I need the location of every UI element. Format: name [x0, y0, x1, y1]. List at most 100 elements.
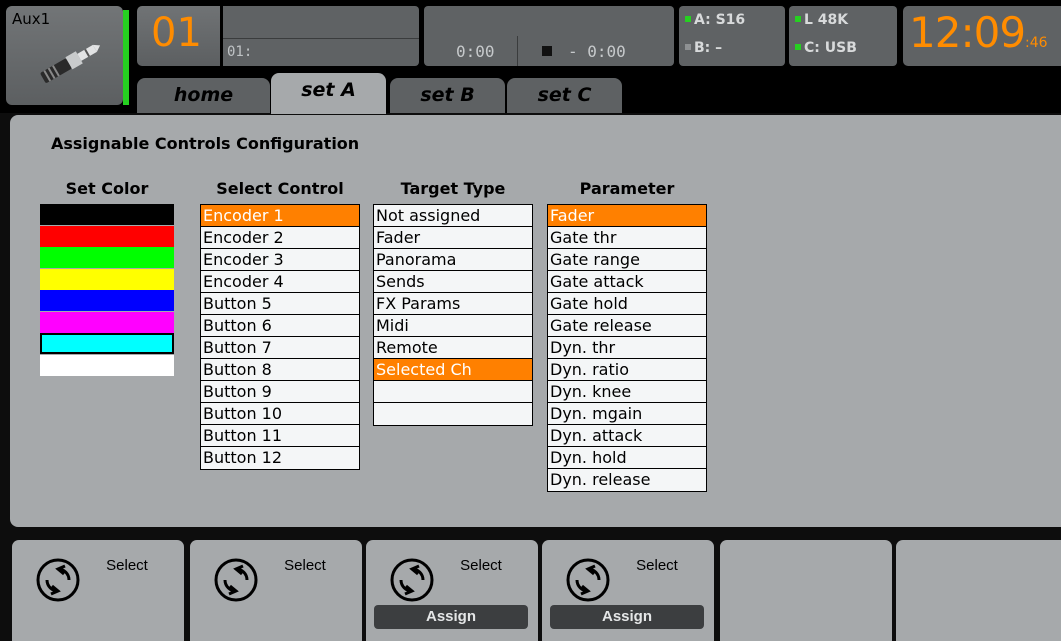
select-control-item[interactable]: Encoder 3 [201, 249, 359, 271]
parameter-item[interactable]: Dyn. thr [548, 337, 706, 359]
select-control-item[interactable]: Button 6 [201, 315, 359, 337]
parameter-item[interactable]: Gate hold [548, 293, 706, 315]
routing-box-l-c: L 48K C: USB [789, 6, 897, 66]
soft-key-4[interactable]: Select Assign [542, 540, 714, 641]
rotate-encoder-icon [214, 558, 258, 602]
scene-name: 01: [227, 44, 253, 60]
target-type-item[interactable]: Sends [374, 271, 532, 293]
routing-b: B: – [685, 40, 722, 56]
config-panel: Assignable Controls Configuration Set Co… [10, 115, 1061, 527]
tab-set-a[interactable]: set A [271, 73, 386, 114]
assign-button[interactable]: Assign [550, 605, 704, 629]
parameter-item[interactable]: Dyn. hold [548, 447, 706, 469]
select-control-item[interactable]: Button 7 [201, 337, 359, 359]
parameter-item[interactable]: Dyn. release [548, 469, 706, 491]
color-swatch[interactable] [40, 247, 174, 268]
parameter-item[interactable]: Gate attack [548, 271, 706, 293]
select-control-item[interactable]: Button 10 [201, 403, 359, 425]
target-type-item[interactable] [374, 381, 532, 403]
led-green-icon [795, 44, 801, 50]
header-bar: Aux1 01 01: 0:00 - 0:00 A: S16 B: – L 48… [0, 0, 1061, 114]
select-control-item[interactable]: Button 12 [201, 447, 359, 469]
color-swatch[interactable] [40, 204, 174, 225]
target-type-item[interactable] [374, 403, 532, 425]
tab-home[interactable]: home [137, 78, 270, 113]
parameter-item[interactable]: Dyn. knee [548, 381, 706, 403]
soft-key-1[interactable]: Select [12, 540, 184, 641]
tab-set-c[interactable]: set C [507, 78, 622, 113]
led-green-icon [685, 16, 691, 22]
select-control-item[interactable]: Encoder 2 [201, 227, 359, 249]
color-swatch[interactable] [40, 354, 174, 376]
routing-box-a-b: A: S16 B: – [679, 6, 785, 66]
channel-number-box: 01 [137, 6, 220, 66]
stop-icon[interactable] [542, 46, 552, 56]
rotate-encoder-icon [566, 558, 610, 602]
page-title: Assignable Controls Configuration [51, 134, 360, 153]
routing-b-label: B: – [694, 40, 723, 56]
clock: 12:09:46 [909, 8, 1048, 57]
target-type-item[interactable]: Fader [374, 227, 532, 249]
player-time-elapsed: 0:00 [456, 42, 495, 61]
color-swatch[interactable] [40, 290, 174, 311]
target-type-item[interactable]: Midi [374, 315, 532, 337]
select-control-item[interactable]: Encoder 1 [201, 205, 359, 227]
target-type-item[interactable]: Selected Ch [374, 359, 532, 381]
parameter-item[interactable]: Dyn. attack [548, 425, 706, 447]
channel-box[interactable]: Aux1 [6, 6, 123, 105]
soft-key-label: Select [284, 557, 326, 574]
target-type-list[interactable]: Not assigned Fader Panorama Sends FX Params M… [373, 204, 533, 426]
clock-seconds: :46 [1025, 35, 1048, 51]
parameter-item[interactable]: Dyn. mgain [548, 403, 706, 425]
routing-c: C: USB [795, 40, 857, 56]
target-type-item[interactable]: FX Params [374, 293, 532, 315]
tab-set-b[interactable]: set B [390, 78, 505, 113]
led-grey-icon [685, 44, 691, 50]
target-type-item[interactable]: Not assigned [374, 205, 532, 227]
target-type-item[interactable]: Panorama [374, 249, 532, 271]
scene-display: 01: [223, 6, 419, 66]
soft-key-3[interactable]: Select Assign [366, 540, 538, 641]
select-control-list[interactable]: Encoder 1 Encoder 2 Encoder 3 Encoder 4 Butt… [200, 204, 360, 470]
soft-key-5[interactable] [720, 540, 892, 641]
select-control-item[interactable]: Button 9 [201, 381, 359, 403]
select-control-item[interactable]: Button 11 [201, 425, 359, 447]
routing-a-label: A: S16 [694, 12, 746, 28]
color-swatch[interactable] [40, 268, 174, 290]
parameter-item[interactable]: Dyn. ratio [548, 359, 706, 381]
color-swatch[interactable] [40, 311, 174, 333]
select-control-header: Select Control [216, 179, 344, 198]
routing-l: L 48K [795, 12, 848, 28]
soft-key-6[interactable] [896, 540, 1061, 641]
target-type-item[interactable]: Remote [374, 337, 532, 359]
soft-key-label: Select [106, 557, 148, 574]
player-time-remaining: - 0:00 [568, 42, 626, 61]
parameter-item[interactable]: Gate range [548, 249, 706, 271]
jack-plug-icon [40, 44, 101, 83]
color-swatch[interactable] [40, 225, 174, 247]
routing-l-label: L 48K [804, 12, 849, 28]
soft-key-2[interactable]: Select [190, 540, 362, 641]
rotate-encoder-icon [390, 558, 434, 602]
soft-key-label: Select [460, 557, 502, 574]
set-color-header: Set Color [65, 179, 149, 198]
clock-box: 12:09:46 [903, 6, 1061, 66]
channel-name: Aux1 [12, 10, 51, 28]
parameter-item[interactable]: Gate release [548, 315, 706, 337]
channel-number: 01 [151, 10, 202, 56]
parameter-item[interactable]: Gate thr [548, 227, 706, 249]
select-control-item[interactable]: Encoder 4 [201, 271, 359, 293]
channel-meter-bar [123, 10, 129, 105]
select-control-item[interactable]: Button 8 [201, 359, 359, 381]
parameter-item[interactable]: Fader [548, 205, 706, 227]
assign-button[interactable]: Assign [374, 605, 528, 629]
routing-a: A: S16 [685, 12, 745, 28]
parameter-list[interactable]: Fader Gate thr Gate range Gate attack Gate h… [547, 204, 707, 492]
select-control-item[interactable]: Button 5 [201, 293, 359, 315]
clock-time: 12:09 [909, 8, 1026, 57]
player-display[interactable]: 0:00 - 0:00 [424, 6, 674, 66]
soft-key-bar: Select Select Select Assign Select Assign [0, 535, 1061, 641]
soft-key-label: Select [636, 557, 678, 574]
divider [517, 36, 518, 66]
color-swatch[interactable] [40, 333, 174, 354]
